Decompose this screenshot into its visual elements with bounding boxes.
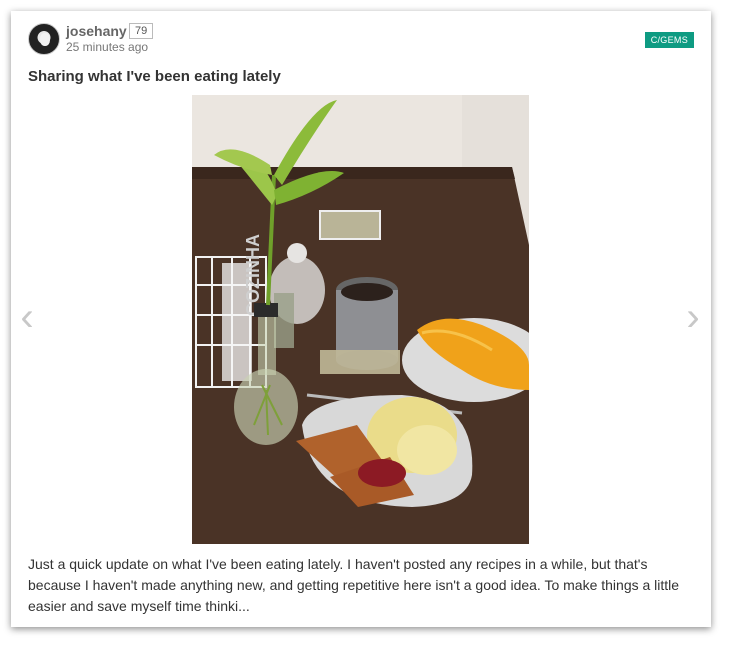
post-timestamp: 25 minutes ago bbox=[66, 40, 149, 54]
post-excerpt[interactable]: Just a quick update on what I've been ea… bbox=[28, 554, 698, 617]
community-badge[interactable]: C/GEMS bbox=[644, 32, 694, 48]
author-username[interactable]: josehany bbox=[66, 23, 127, 39]
post-image[interactable]: COZINHA bbox=[192, 95, 529, 544]
post-card: josehany 79 25 minutes ago C/GEMS Sharin… bbox=[11, 11, 711, 627]
carousel-next-button[interactable]: › bbox=[683, 297, 703, 337]
karma-badge: 79 bbox=[129, 23, 154, 39]
carousel-prev-button[interactable]: ‹ bbox=[17, 297, 37, 337]
post-header: josehany 79 25 minutes ago C/GEMS bbox=[28, 23, 694, 59]
post-title[interactable]: Sharing what I've been eating lately bbox=[28, 68, 281, 85]
breakfast-photo: COZINHA bbox=[192, 95, 529, 544]
author-avatar[interactable] bbox=[28, 23, 60, 55]
